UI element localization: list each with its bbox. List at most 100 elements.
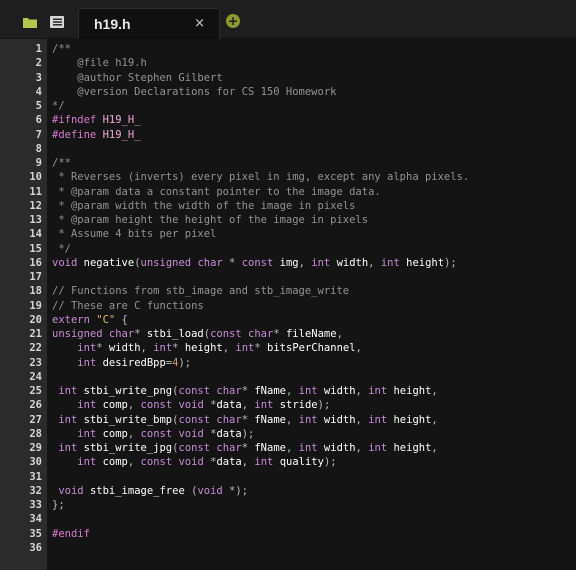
code-text: @file h19.h [52,57,147,70]
line-number: 23 [29,356,42,369]
code-text: * Assume 4 bits per pixel [52,228,217,241]
line-number: 22 [29,342,42,355]
code-line[interactable]: 8 [0,142,576,156]
code-line[interactable]: 6 #ifndef H19_H_ [0,113,576,127]
code-lines: 1/** 2 @file h19.h 3 @author Stephen Gilbe… [0,42,576,555]
code-text: int stbi_write_jpg(const char* fName, in… [58,442,438,454]
line-number: 6 [35,114,42,127]
code-line[interactable]: 23 int desiredBpp=4); [0,356,576,370]
line-number: 7 [35,128,42,141]
tab-bar: h19.h × + [0,0,576,40]
code-line[interactable]: 10 * Reverses (inverts) every pixel in i… [0,170,576,184]
line-number: 26 [29,399,42,412]
code-line[interactable]: 17 [0,270,576,284]
code-text: #define H19_H_ [52,128,141,141]
code-text: @version Declarations for CS 150 Homewor… [52,85,337,98]
code-text: /** [52,157,71,169]
code-line[interactable]: 7 #define H19_H_ [0,128,576,142]
code-line[interactable]: 32 void stbi_image_free (void *); [0,484,576,498]
code-editor[interactable]: 1/** 2 @file h19.h 3 @author Stephen Gilbe… [0,39,576,570]
code-text: extern "C" { [52,313,128,326]
code-line[interactable]: 25 int stbi_write_png(const char* fName,… [0,384,576,398]
line-number: 10 [29,171,42,184]
code-line[interactable]: 20 extern "C" { [0,313,576,327]
line-number: 5 [35,100,42,112]
add-tab-button[interactable]: + [226,14,240,28]
code-line[interactable]: 19 // These are C functions [0,299,576,313]
code-line[interactable]: 28 int comp, const void *data); [0,427,576,441]
code-text: int comp, const void *data); [77,427,255,440]
code-line[interactable]: 5 */ [0,99,576,113]
line-number: 28 [29,427,42,440]
line-number: 1 [35,43,42,55]
code-text: void negative(unsigned char * const img,… [52,256,457,269]
line-number: 17 [29,271,42,283]
code-text: int stbi_write_bmp(const char* fName, in… [58,413,438,426]
code-line[interactable]: 11 * @param data a constant pointer to t… [0,185,576,199]
code-line[interactable]: 1 /** [0,42,576,56]
code-line[interactable]: 30 int comp, const void *data, int quali… [0,455,576,469]
tab-title: h19.h [94,16,131,32]
code-text: */ [52,242,71,255]
line-number: 20 [29,313,42,326]
line-number: 8 [35,142,42,155]
folder-icon[interactable] [23,13,37,32]
code-text: * @param height the height of the image … [52,214,369,226]
line-number: 15 [29,242,42,255]
code-line[interactable]: 16 void negative(unsigned char * const im… [0,256,576,270]
code-text: // These are C functions [52,299,204,312]
line-number: 21 [29,328,42,340]
code-line[interactable]: 24 [0,370,576,384]
code-line[interactable]: 15 */ [0,242,576,256]
line-number: 16 [29,256,42,269]
code-line[interactable]: 34 [0,512,576,526]
line-number: 3 [35,71,42,84]
code-line[interactable]: 14 * Assume 4 bits per pixel [0,227,576,241]
line-number: 9 [35,157,42,169]
line-number: 33 [29,499,42,511]
line-number: 12 [29,199,42,212]
line-number: 35 [29,527,42,540]
tab-h19-h[interactable]: h19.h × [78,8,220,40]
code-line[interactable]: 2 @file h19.h [0,56,576,70]
line-number: 19 [29,299,42,312]
code-line[interactable]: 4 @version Declarations for CS 150 Homew… [0,85,576,99]
code-line[interactable]: 35 #endif [0,527,576,541]
line-number: 27 [29,413,42,426]
code-line[interactable]: 18 // Functions from stb_image and stb_im… [0,284,576,298]
code-line[interactable]: 13 * @param height the height of the ima… [0,213,576,227]
close-icon[interactable]: × [194,17,205,31]
line-number: 29 [29,442,42,454]
code-line[interactable]: 29 int stbi_write_jpg(const char* fName,… [0,441,576,455]
code-text: int comp, const void *data, int stride); [77,399,331,412]
line-number: 25 [29,385,42,397]
code-text: * Reverses (inverts) every pixel in img,… [52,171,470,184]
line-number: 30 [29,456,42,469]
line-number: 32 [29,484,42,497]
code-text: int stbi_write_png(const char* fName, in… [58,385,438,397]
code-line[interactable]: 9 /** [0,156,576,170]
code-text: int comp, const void *data, int quality)… [77,456,337,469]
code-line[interactable]: 26 int comp, const void *data, int strid… [0,398,576,412]
line-number: 13 [29,214,42,226]
line-number: 24 [29,370,42,383]
line-number: 31 [29,470,42,483]
code-line[interactable]: 22 int* width, int* height, int* bitsPer… [0,341,576,355]
code-text: #ifndef H19_H_ [52,114,141,127]
line-number: 14 [29,228,42,241]
code-text: void stbi_image_free (void *); [58,484,249,497]
code-line[interactable]: 27 int stbi_write_bmp(const char* fName,… [0,413,576,427]
line-number: 4 [35,85,42,98]
code-line[interactable]: 3 @author Stephen Gilbert [0,71,576,85]
code-line[interactable]: 36 [0,541,576,555]
code-line[interactable]: 31 [0,470,576,484]
code-line[interactable]: 21 unsigned char* stbi_load(const char* f… [0,327,576,341]
list-icon[interactable] [50,13,64,32]
line-number: 18 [29,285,42,298]
code-text: */ [52,100,65,112]
code-text: #endif [52,527,90,540]
code-text: // Functions from stb_image and stb_imag… [52,285,350,298]
code-line[interactable]: 33}; [0,498,576,512]
code-text: }; [52,499,65,511]
code-line[interactable]: 12 * @param width the width of the image… [0,199,576,213]
